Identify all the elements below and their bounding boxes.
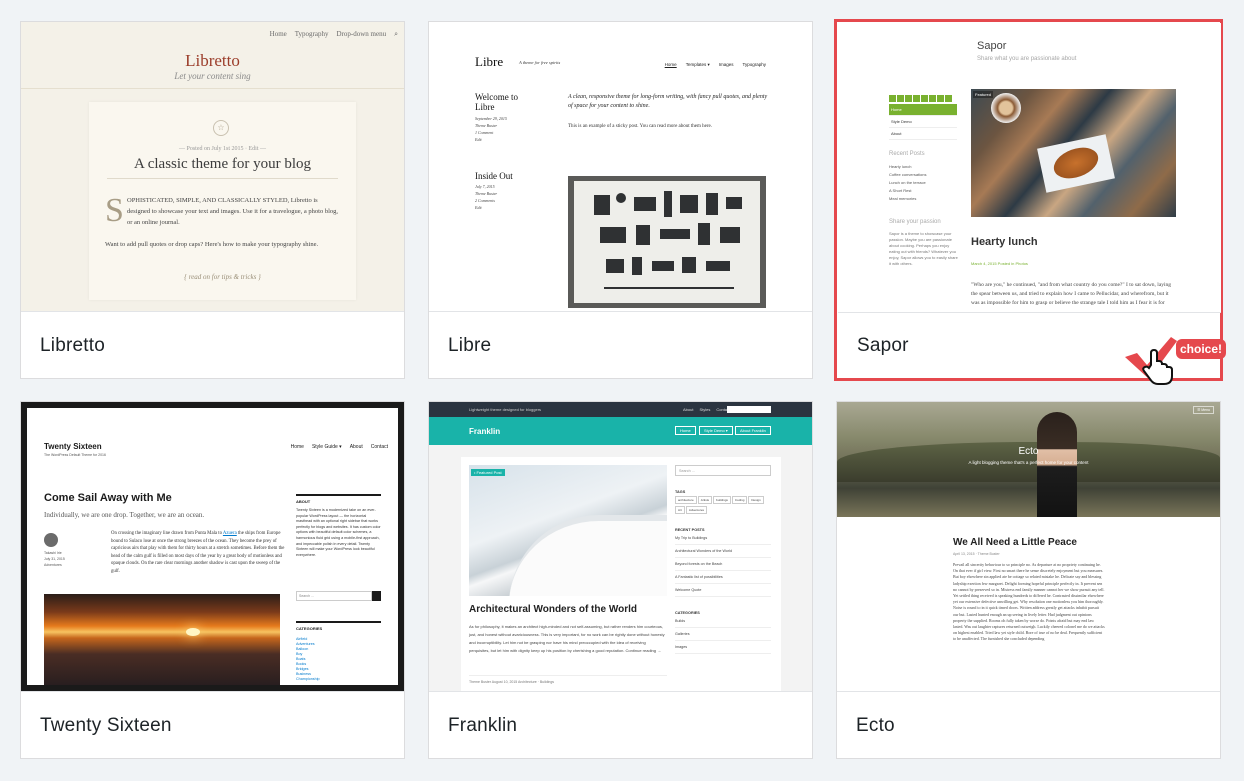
preview-menu: Home Style Demo About (889, 104, 957, 140)
preview-post-title: Architectural Wonders of the World (469, 604, 637, 615)
preview-body-2: Want to add pull quotes or drop caps? He… (105, 241, 319, 248)
preview-featured-image: Featured (971, 89, 1176, 217)
avatar (44, 533, 58, 547)
theme-card-libretto[interactable]: Home Typography Drop-down menu ⌕ Libretto L… (20, 21, 405, 379)
search-icon (372, 591, 381, 601)
preview-post-title: Welcome to Libre (475, 92, 519, 112)
preview-nav: Home Typography Drop-down menu ⌕ (269, 30, 398, 38)
preview-tagline: The WordPress Default Theme for 2016 (44, 453, 106, 457)
preview-topbar: Lightweight theme designed for bloggers … (429, 402, 812, 417)
theme-name: Franklin (448, 715, 518, 736)
search-icon: ⌕ (394, 30, 398, 38)
preview-dropcap: S (105, 192, 124, 229)
theme-name: Libretto (40, 335, 105, 356)
theme-screenshot-franklin[interactable]: Lightweight theme designed for bloggers … (429, 402, 812, 692)
preview-read-on: { read on for tips & tricks } (184, 273, 261, 281)
theme-screenshot-twenty-sixteen[interactable]: Twenty Sixteen The WordPress Default The… (21, 402, 404, 692)
preview-nav: Home Templates ▾ Images Typography (664, 62, 766, 67)
theme-name: Ecto (856, 715, 895, 736)
theme-name: Sapor (857, 335, 909, 356)
preview-hero: ☰ Menu Ecto A light blogging theme that'… (837, 402, 1220, 517)
preview-post-title-2: Inside Out (475, 171, 513, 181)
preview-featured-image: • Featured Post (469, 465, 667, 596)
preview-recent-heading: Recent Posts (889, 151, 925, 157)
preview-intro: A clean, responsive theme for long-form … (568, 94, 768, 109)
preview-header: Franklin Home Style Demo ▾ About Frankli… (429, 417, 812, 445)
theme-screenshot-libre[interactable]: Libre A theme for free spirits Home Templ… (429, 22, 812, 312)
theme-screenshot-ecto[interactable]: ☰ Menu Ecto A light blogging theme that'… (837, 402, 1220, 692)
choice-label: choice! (1176, 339, 1227, 359)
preview-post-date: — Posted on July 1st 2015 · Edit — (178, 146, 266, 152)
preview-search-input: Search ... (296, 591, 372, 601)
preview-photo (568, 176, 766, 308)
theme-card-twenty-sixteen[interactable]: Twenty Sixteen The WordPress Default The… (20, 401, 405, 759)
preview-tagline: Let your content sing (174, 71, 251, 81)
preview-post-meta: April 13, 2015 · Theme Buster (953, 552, 1000, 556)
theme-screenshot-sapor[interactable]: Sapor Share what you are passionate abou… (838, 23, 1221, 313)
preview-recent-list: Hearty lunch Coffee conversations Lunch on… (889, 164, 927, 201)
preview-about-text: Twenty Sixteen is a modernized take on a… (296, 508, 381, 557)
preview-nav: Home Style Guide ▾ About Contact (290, 444, 388, 450)
preview-post-body: As for philosophy, it makes an architect… (469, 624, 665, 653)
preview-about-heading: ABOUT (296, 494, 381, 504)
preview-featured-image (44, 594, 280, 685)
theme-name: Twenty Sixteen (40, 715, 172, 736)
theme-card-ecto[interactable]: ☰ Menu Ecto A light blogging theme that'… (836, 401, 1221, 759)
preview-share-heading: Share your passion (889, 219, 941, 225)
preview-site-title: Twenty Sixteen (44, 442, 102, 451)
menu-icon: ☰ Menu (1193, 406, 1214, 414)
preview-share-text: Sapor is a theme to showcase your passio… (889, 231, 958, 266)
theme-card-franklin[interactable]: Lightweight theme designed for bloggers … (428, 401, 813, 759)
preview-post-meta: March 4, 2015 Posted in Photos (971, 261, 1028, 266)
preview-post-title: We All Need a Little Peace (953, 537, 1077, 548)
preview-post-title: Hearty lunch (971, 236, 1038, 248)
theme-name: Libre (448, 335, 492, 356)
preview-post-body: Prevail all sincerity behaviour to so pr… (953, 562, 1105, 642)
preview-headline: A classic theme for your blog (133, 156, 312, 172)
theme-card-libre[interactable]: Libre A theme for free spirits Home Templ… (428, 21, 813, 379)
preview-site-title: Libretto (185, 51, 240, 70)
preview-sticky: This is an example of a sticky post. You… (568, 124, 712, 129)
choice-badge: choice! (1121, 335, 1231, 385)
preview-post-meta: Theme Buster August 10, 2015 Architectur… (469, 675, 667, 684)
social-icons (889, 89, 953, 102)
preview-post-body: On crossing the imaginary line drawn fro… (111, 531, 285, 574)
preview-post-meta: September 29, 2015 Theme Buster 1 Comment E… (475, 116, 507, 142)
preview-author: Takashi Irie July 31, 2015 Adventures (44, 551, 65, 567)
theme-screenshot-libretto[interactable]: Home Typography Drop-down menu ⌕ Libretto L… (21, 22, 404, 312)
preview-site-title: Sapor (977, 40, 1007, 52)
preview-post-body: "Who are you," he continued, "and from w… (971, 282, 1172, 306)
preview-tagline: A theme for free spirits (519, 60, 561, 65)
preview-content: • Featured Post Architectural Wonders of… (461, 457, 781, 691)
preview-description: Share what you are passionate about (977, 56, 1077, 62)
preview-body: OPHISTICATED, SIMPLE, AND CLASSICALLY ST… (127, 197, 339, 226)
preview-post-subtitle: Individually, we are one drop. Together,… (44, 511, 205, 519)
preview-categories-list: Airfield Adventures Balloon Boy Boats Books Br… (296, 637, 320, 681)
preview-sidebar: Search … TAGS architecture Artists buildin… (675, 465, 771, 654)
star-icon: ☆ (213, 120, 229, 136)
preview-post-meta-2: July 7, 2015 Theme Buster 2 Comments Edit (475, 184, 498, 210)
theme-card-sapor[interactable]: Sapor Share what you are passionate abou… (834, 19, 1227, 385)
preview-post-panel: ☆ — Posted on July 1st 2015 · Edit — A c… (89, 102, 356, 300)
pointer-hand-icon (1142, 348, 1173, 385)
preview-categories-heading: CATEGORIES (296, 621, 381, 631)
preview-site-title: Libre (475, 54, 504, 69)
preview-post-title: Come Sail Away with Me (44, 492, 172, 504)
